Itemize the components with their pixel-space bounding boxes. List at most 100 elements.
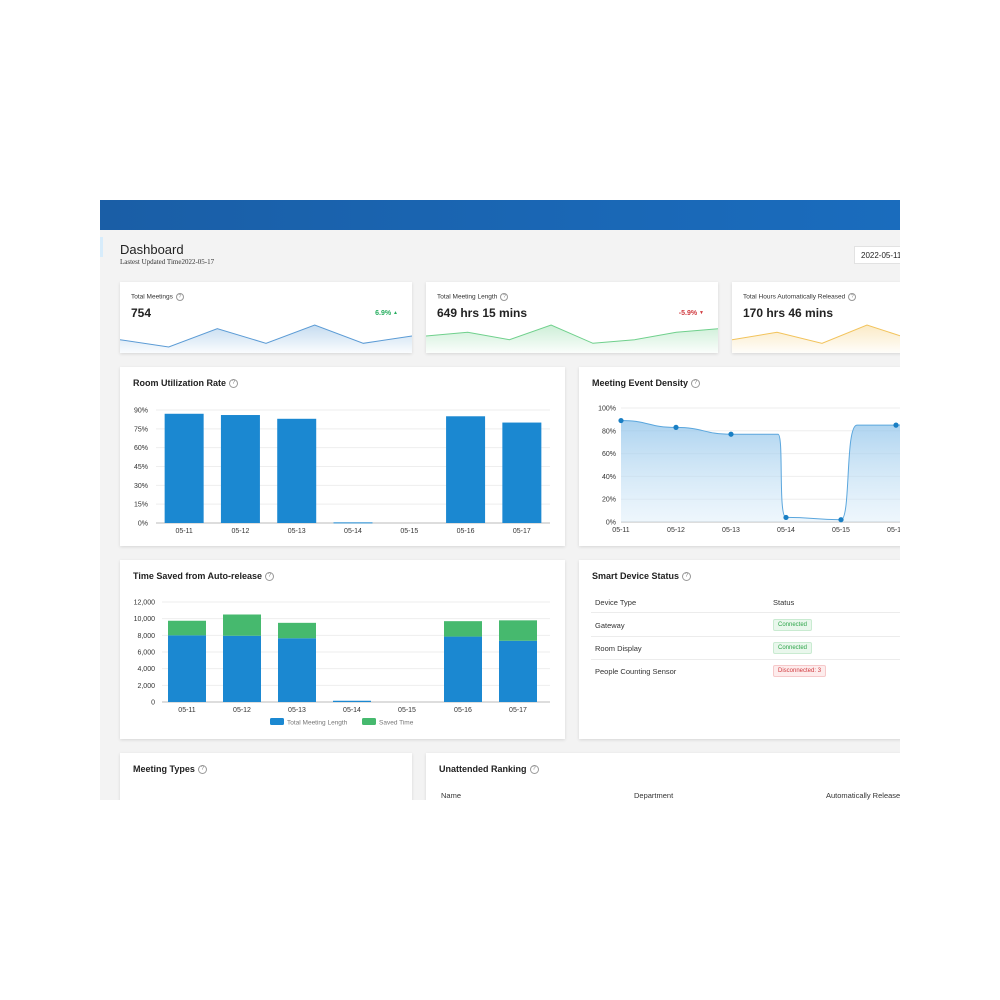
y-tick-label: 100% (598, 406, 616, 413)
data-point (728, 431, 734, 437)
y-tick-label: 45% (134, 464, 148, 471)
bar-saved-time (444, 621, 482, 637)
time-saved-card: Time Saved from Auto-release? 0 2,000 4,00… (120, 560, 565, 739)
status-badge: Connected (773, 619, 813, 631)
kpi-card-hours-auto-released: Total Hours Automatically Released? 170 … (732, 282, 900, 353)
density-area (621, 420, 900, 522)
y-tick-label: 8,000 (137, 633, 155, 640)
card-title: Meeting Types (133, 764, 195, 774)
bar-saved-time (168, 620, 206, 636)
divider (591, 612, 900, 613)
column-header-name: Name (441, 791, 462, 800)
y-tick-label: 75% (134, 426, 148, 433)
x-tick-label: 05-16 (887, 527, 900, 534)
x-tick-label: 05-15 (832, 527, 850, 534)
column-header-department: Department (634, 791, 674, 800)
legend-swatch (270, 718, 284, 725)
y-tick-label: 0% (606, 520, 616, 527)
dashboard-screen: Dashboard Lastest Updated Time2022-05-17… (100, 200, 900, 800)
bar-meeting-length (223, 635, 261, 702)
x-tick-label: 05-12 (667, 527, 685, 534)
bar-meeting-length (499, 640, 537, 702)
bar (446, 416, 486, 523)
kpi-sparkline (732, 324, 900, 353)
x-tick-label: 05-11 (178, 707, 195, 714)
card-title: Unattended Ranking (439, 764, 527, 774)
event-density-chart: 0% 20% 40% 60% 80% 100% 05-11 05-12 05-13 05-14 05… (598, 406, 900, 534)
x-tick-label: 05-17 (513, 528, 531, 535)
date-picker[interactable]: 2022-05-11 (854, 246, 900, 264)
y-tick-label: 4,000 (137, 666, 155, 673)
kpi-label: Total Meetings (131, 293, 173, 301)
data-point (838, 517, 844, 523)
card-title-container: Meeting Types? (133, 764, 207, 775)
legend-label: Total Meeting Length (287, 720, 348, 727)
y-tick-label: 2,000 (137, 683, 155, 690)
kpi-label: Total Hours Automatically Released (743, 293, 846, 301)
bar-meeting-length (168, 635, 206, 702)
y-tick-label: 20% (602, 497, 616, 504)
help-icon[interactable]: ? (682, 572, 692, 582)
room-utilization-card: Room Utilization Rate? 0% 15% 30% 45% 60% 75%… (120, 367, 565, 546)
column-header-auto-release: Automatically Release (826, 791, 900, 800)
x-tick-label: 05-14 (344, 528, 362, 535)
bar-meeting-length (333, 700, 371, 702)
sparkline-area (426, 325, 718, 353)
x-tick-label: 05-15 (398, 707, 416, 714)
status-badge: Disconnected: 3 (773, 665, 827, 677)
help-icon[interactable]: ? (197, 765, 207, 775)
unattended-ranking-card: Unattended Ranking? Name Department Auto… (426, 753, 900, 800)
bar-saved-time (223, 614, 261, 636)
x-tick-label: 05-11 (612, 527, 629, 534)
device-type-cell: People Counting Sensor (595, 667, 677, 676)
kpi-sparkline (426, 324, 718, 353)
x-tick-label: 05-13 (722, 527, 740, 534)
sidebar-indicator (100, 237, 103, 257)
x-tick-label: 05-13 (288, 528, 306, 535)
y-tick-label: 6,000 (137, 650, 155, 657)
card-title: Smart Device Status (592, 571, 680, 581)
device-type-cell: Gateway (595, 621, 625, 630)
y-tick-label: 60% (602, 451, 616, 458)
bar (164, 413, 204, 523)
top-navigation-bar (100, 200, 900, 230)
x-tick-label: 05-12 (231, 528, 249, 535)
status-badge: Connected (773, 642, 813, 654)
help-icon[interactable]: ? (175, 293, 184, 301)
y-tick-label: 40% (602, 474, 616, 481)
x-tick-label: 05-14 (343, 707, 361, 714)
x-tick-label: 05-14 (777, 527, 795, 534)
x-tick-label: 05-16 (457, 528, 475, 535)
divider (591, 636, 900, 637)
column-header-status: Status (773, 598, 795, 607)
kpi-label-container: Total Meetings? (131, 293, 184, 301)
last-updated-text: Lastest Updated Time2022-05-17 (120, 258, 214, 266)
kpi-card-total-meetings: Total Meetings? 754 6.9% ▲ (120, 282, 412, 353)
card-title-container: Smart Device Status? (592, 571, 692, 582)
bar-meeting-length (444, 636, 482, 702)
data-point (783, 514, 789, 521)
smart-device-status-card: Smart Device Status? Device Type Status … (579, 560, 900, 739)
data-point (618, 417, 624, 424)
x-tick-label: 05-16 (454, 707, 472, 714)
bar (277, 418, 317, 523)
time-saved-chart: 0 2,000 4,000 6,000 8,000 10,000 12,000 05-11 05… (134, 600, 550, 727)
bar-saved-time (278, 622, 316, 639)
bar (502, 422, 542, 523)
meeting-types-card: Meeting Types? (120, 753, 412, 800)
kpi-label: Total Meeting Length (437, 293, 498, 301)
bar-saved-time (499, 620, 537, 641)
kpi-sparkline (120, 324, 412, 353)
y-tick-label: 90% (134, 408, 148, 415)
divider (591, 659, 900, 660)
help-icon[interactable]: ? (500, 293, 509, 301)
column-header-device-type: Device Type (595, 598, 637, 607)
x-tick-label: 05-15 (400, 528, 418, 535)
bar (333, 522, 373, 524)
legend-label: Saved Time (379, 720, 414, 727)
data-point (673, 424, 679, 430)
event-density-card: Meeting Event Density? 0% 20% 40% 60% 80% 100… (579, 367, 900, 546)
x-tick-label: 05-12 (233, 707, 251, 714)
help-icon[interactable]: ? (848, 293, 857, 301)
help-icon[interactable]: ? (529, 765, 539, 775)
